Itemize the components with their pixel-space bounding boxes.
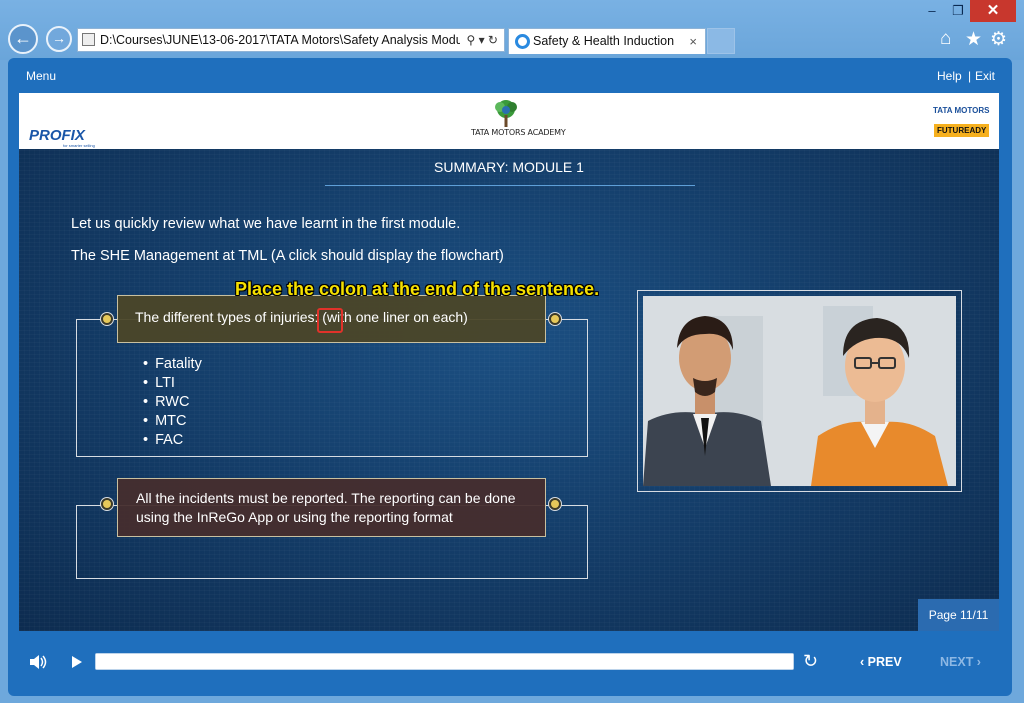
divider: |	[968, 69, 972, 83]
page-icon	[82, 33, 95, 46]
course-player: Menu Help | Exit PROFIX for smarter sell…	[8, 58, 1012, 696]
futuready-logo: FUTUREADY	[934, 124, 990, 137]
list-item: LTI	[143, 375, 202, 394]
slide-stage: SUMMARY: MODULE 1 Let us quickly review …	[19, 149, 999, 631]
character-illustration	[643, 296, 956, 486]
back-button[interactable]: ←	[8, 24, 38, 54]
intro-text-2: The SHE Management at TML (A click shoul…	[71, 248, 504, 264]
player-controls: ↻ ‹ PREV NEXT ›	[8, 642, 1012, 690]
intro-text-1: Let us quickly review what we have learn…	[71, 216, 461, 232]
search-refresh-icons[interactable]: ⚲ ▾ ↻	[460, 29, 498, 51]
address-bar[interactable]: D:\Courses\JUNE\13-06-2017\TATA Motors\S…	[77, 28, 505, 52]
forward-button[interactable]: →	[46, 26, 72, 52]
home-icon[interactable]: ⌂	[940, 28, 951, 50]
profix-tagline: for smarter selling	[63, 143, 95, 148]
review-highlight-marker	[317, 308, 343, 333]
next-button[interactable]: NEXT ›	[940, 655, 981, 669]
volume-icon[interactable]	[30, 655, 48, 669]
list-item: FAC	[143, 432, 202, 451]
review-note: Place the colon at the end of the senten…	[235, 279, 600, 299]
list-item: MTC	[143, 413, 202, 432]
menu-button[interactable]: Menu	[26, 69, 56, 83]
connector-dot	[549, 313, 561, 325]
replay-icon[interactable]: ↻	[803, 651, 818, 672]
title-underline	[325, 185, 695, 186]
play-icon[interactable]	[72, 656, 82, 668]
tab-title: Safety & Health Induction	[533, 34, 675, 48]
injury-list: Fatality LTI RWC MTC FAC	[143, 356, 202, 451]
progress-fill	[96, 654, 793, 669]
slide-title: SUMMARY: MODULE 1	[434, 159, 584, 175]
player-topbar: Menu Help | Exit	[8, 58, 1012, 92]
browser-tab[interactable]: Safety & Health Induction ×	[508, 28, 706, 54]
minimize-button[interactable]: –	[918, 0, 946, 22]
character-image-frame	[637, 290, 962, 492]
tree-icon	[495, 100, 517, 127]
academy-text: TATA MOTORS ACADEMY	[471, 128, 566, 137]
help-button[interactable]: Help	[937, 69, 962, 83]
exit-button[interactable]: Exit	[975, 69, 995, 83]
list-item: Fatality	[143, 356, 202, 375]
profix-logo: PROFIX	[29, 127, 85, 144]
tata-motors-logo: TATA MOTORS	[933, 106, 990, 115]
close-window-button[interactable]: ✕	[970, 0, 1016, 22]
prev-button[interactable]: ‹ PREV	[860, 655, 902, 669]
logo-strip: PROFIX for smarter selling TATA MOTORS A…	[19, 93, 999, 149]
connector-dot	[549, 498, 561, 510]
characters-icon	[643, 296, 956, 486]
settings-icon[interactable]: ⚙	[990, 28, 1007, 51]
browser-chrome: – ❐ ✕ ← → D:\Courses\JUNE\13-06-2017\TAT…	[0, 0, 1024, 60]
connector-dot	[101, 498, 113, 510]
list-item: RWC	[143, 394, 202, 413]
progress-bar[interactable]	[95, 653, 794, 670]
page-indicator: Page 11/11	[918, 599, 999, 631]
maximize-button[interactable]: ❐	[944, 0, 972, 22]
tab-close-icon[interactable]: ×	[689, 29, 697, 54]
connector-dot	[101, 313, 113, 325]
ie-icon	[515, 34, 530, 49]
address-text: D:\Courses\JUNE\13-06-2017\TATA Motors\S…	[100, 33, 463, 47]
favorites-icon[interactable]: ★	[965, 28, 982, 51]
reporting-header[interactable]: All the incidents must be reported. The …	[117, 478, 546, 537]
new-tab-button[interactable]	[707, 28, 735, 54]
academy-logo: TATA MOTORS ACADEMY	[471, 98, 566, 144]
